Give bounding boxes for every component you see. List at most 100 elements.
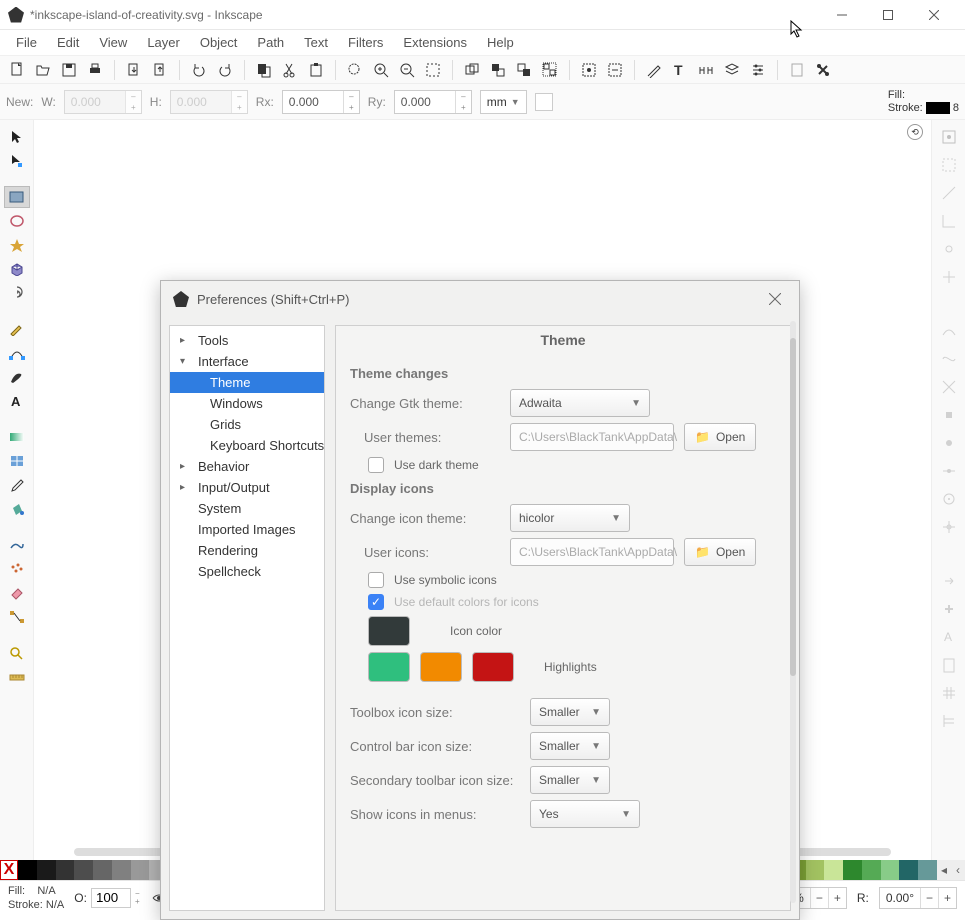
snap-edge-icon[interactable]	[938, 182, 960, 204]
snap-other-icon[interactable]	[938, 570, 960, 592]
group-icon[interactable]	[539, 59, 561, 81]
import-icon[interactable]	[123, 59, 145, 81]
palette-swatch[interactable]	[899, 860, 918, 880]
measure-tool-icon[interactable]	[4, 666, 30, 688]
save-icon[interactable]	[58, 59, 80, 81]
snap-guides-icon[interactable]	[938, 710, 960, 732]
palette-swatch[interactable]	[918, 860, 937, 880]
maximize-button[interactable]	[865, 0, 911, 30]
snap-rotcenter-icon[interactable]	[938, 516, 960, 538]
pencil-tool-icon[interactable]	[4, 318, 30, 340]
menu-object[interactable]: Object	[190, 31, 248, 54]
connector-tool-icon[interactable]	[4, 606, 30, 628]
unlink-icon[interactable]	[513, 59, 535, 81]
zoom-sel-icon[interactable]	[422, 59, 444, 81]
opacity-input[interactable]	[91, 888, 131, 908]
align-dialog-icon[interactable]	[604, 59, 626, 81]
palette-scroll-left[interactable]: ◂	[937, 860, 951, 880]
snap-pageborder-icon[interactable]	[938, 654, 960, 676]
menu-view[interactable]: View	[89, 31, 137, 54]
menu-filters[interactable]: Filters	[338, 31, 393, 54]
rotation-field[interactable]: 0.00°−+	[879, 887, 957, 909]
menu-edit[interactable]: Edit	[47, 31, 89, 54]
rect-tool-icon[interactable]	[4, 186, 30, 208]
width-field[interactable]: –+	[64, 90, 142, 114]
snap-center-icon[interactable]	[938, 266, 960, 288]
zoom-out-icon[interactable]	[396, 59, 418, 81]
tree-imported[interactable]: Imported Images	[170, 519, 324, 540]
settings-icon[interactable]	[812, 59, 834, 81]
open-icon[interactable]	[32, 59, 54, 81]
menu-help[interactable]: Help	[477, 31, 524, 54]
palette-swatch[interactable]	[37, 860, 56, 880]
open-icons-button[interactable]: 📁Open	[684, 538, 756, 566]
snap-intersect-icon[interactable]	[938, 376, 960, 398]
menu-file[interactable]: File	[6, 31, 47, 54]
controlbar-size-select[interactable]: Smaller▼	[530, 732, 610, 760]
node-tool-icon[interactable]	[4, 150, 30, 172]
mesh-tool-icon[interactable]	[4, 450, 30, 472]
layers-icon[interactable]	[721, 59, 743, 81]
snap-nodes-icon[interactable]	[938, 320, 960, 342]
prefs-tree[interactable]: ▸Tools ▾Interface Theme Windows Grids Ke…	[169, 325, 325, 911]
duplicate-icon[interactable]	[461, 59, 483, 81]
dialog-close-button[interactable]	[763, 287, 787, 311]
snap-page-icon[interactable]	[938, 598, 960, 620]
tree-io[interactable]: ▸Input/Output	[170, 477, 324, 498]
calligraphy-tool-icon[interactable]	[4, 366, 30, 388]
tree-windows[interactable]: Windows	[170, 393, 324, 414]
tree-system[interactable]: System	[170, 498, 324, 519]
palette-none[interactable]: X	[0, 860, 18, 880]
gtk-theme-select[interactable]: Adwaita▼	[510, 389, 650, 417]
spiral-tool-icon[interactable]	[4, 282, 30, 304]
docprops-icon[interactable]	[786, 59, 808, 81]
gradient-tool-icon[interactable]	[4, 426, 30, 448]
bucket-tool-icon[interactable]	[4, 498, 30, 520]
palette-swatch[interactable]	[56, 860, 75, 880]
use-dark-checkbox[interactable]	[368, 457, 384, 473]
palette-swatch[interactable]	[824, 860, 843, 880]
tree-grids[interactable]: Grids	[170, 414, 324, 435]
tweak-tool-icon[interactable]	[4, 534, 30, 556]
print-icon[interactable]	[84, 59, 106, 81]
palette-swatch[interactable]	[131, 860, 150, 880]
snap-cuspnode-icon[interactable]	[938, 404, 960, 426]
icon-color-swatch[interactable]	[368, 616, 410, 646]
snap-corner-icon[interactable]	[938, 210, 960, 232]
spray-tool-icon[interactable]	[4, 558, 30, 580]
snap-path-icon[interactable]	[938, 348, 960, 370]
ellipse-tool-icon[interactable]	[4, 210, 30, 232]
selector-tool-icon[interactable]	[4, 126, 30, 148]
height-field[interactable]: –+	[170, 90, 248, 114]
palette-swatch[interactable]	[806, 860, 825, 880]
export-icon[interactable]	[149, 59, 171, 81]
tree-rendering[interactable]: Rendering	[170, 540, 324, 561]
dialog-titlebar[interactable]: Preferences (Shift+Ctrl+P)	[161, 281, 799, 317]
snap-objcenter-icon[interactable]	[938, 488, 960, 510]
3dbox-tool-icon[interactable]	[4, 258, 30, 280]
highlight2-swatch[interactable]	[420, 652, 462, 682]
palette-swatch[interactable]	[112, 860, 131, 880]
snap-textbaseline-icon[interactable]: A	[938, 626, 960, 648]
menu-extensions[interactable]: Extensions	[393, 31, 477, 54]
menu-path[interactable]: Path	[247, 31, 294, 54]
palette-swatch[interactable]	[843, 860, 862, 880]
highlight3-swatch[interactable]	[472, 652, 514, 682]
tree-spellcheck[interactable]: Spellcheck	[170, 561, 324, 582]
close-button[interactable]	[911, 0, 957, 30]
menu-layer[interactable]: Layer	[137, 31, 190, 54]
snap-linemid-icon[interactable]	[938, 460, 960, 482]
panel-scrollbar[interactable]	[788, 321, 798, 903]
copy-icon[interactable]	[253, 59, 275, 81]
text-tool-icon[interactable]: A	[4, 390, 30, 412]
palette-swatch[interactable]	[18, 860, 37, 880]
snap-bbox-icon[interactable]	[938, 154, 960, 176]
user-icons-path[interactable]: C:\Users\BlackTank\AppData\	[510, 538, 674, 566]
palette-swatch[interactable]	[74, 860, 93, 880]
undo-icon[interactable]	[188, 59, 210, 81]
unit-select[interactable]: mm▼	[480, 90, 527, 114]
ry-field[interactable]: –+	[394, 90, 472, 114]
symbolic-checkbox[interactable]	[368, 572, 384, 588]
highlight1-swatch[interactable]	[368, 652, 410, 682]
star-tool-icon[interactable]	[4, 234, 30, 256]
